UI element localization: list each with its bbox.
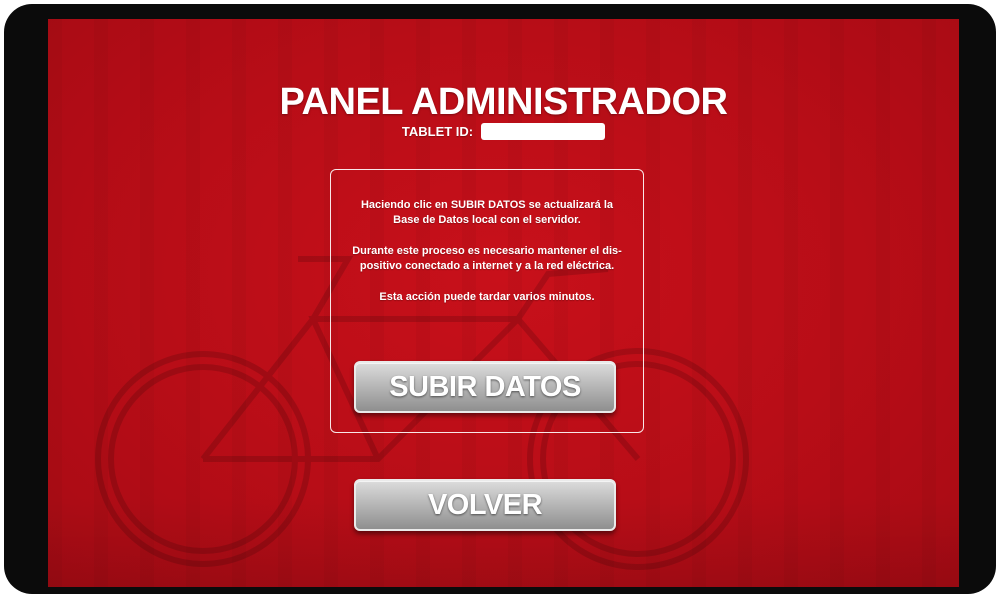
- info-paragraph-duration: Esta acción puede tardar varios minutos.: [379, 291, 595, 303]
- upload-data-button[interactable]: SUBIR DATOS: [354, 361, 616, 413]
- tablet-id-row: TABLET ID:: [48, 123, 959, 140]
- info-paragraph-connection: Durante este proceso es necesario manten…: [352, 245, 622, 272]
- info-paragraph-upload: Haciendo clic en SUBIR DATOS se actualiz…: [360, 199, 614, 226]
- app-screen: PANEL ADMINISTRADOR TABLET ID: Haciendo …: [48, 19, 959, 587]
- tablet-frame: PANEL ADMINISTRADOR TABLET ID: Haciendo …: [4, 4, 996, 594]
- page-title: PANEL ADMINISTRADOR: [279, 81, 728, 123]
- tablet-id-field[interactable]: [481, 123, 606, 140]
- tablet-id-label: TABLET ID:: [401, 124, 474, 139]
- back-button[interactable]: VOLVER: [354, 479, 616, 531]
- info-text: Haciendo clic en SUBIR DATOS se actualiz…: [331, 198, 643, 321]
